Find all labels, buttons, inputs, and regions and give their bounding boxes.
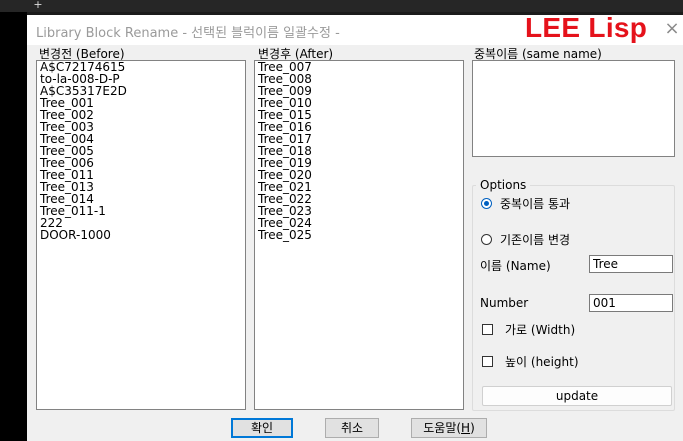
after-listbox[interactable]: Tree_007 Tree_008 Tree_009 Tree_010 Tree_015… xyxy=(254,60,464,410)
list-item[interactable]: DOOR-1000 xyxy=(40,229,245,241)
radio-pass-label: 중복이름 통과 xyxy=(500,197,571,211)
width-checkbox[interactable] xyxy=(482,324,493,335)
close-icon[interactable]: × xyxy=(661,17,683,41)
help-button[interactable]: 도움말(H) xyxy=(411,418,487,438)
rename-dialog: Library Block Rename - 선택된 블럭이름 일괄수정 - L… xyxy=(27,12,683,441)
duplicate-listbox[interactable] xyxy=(472,60,675,157)
height-label: 높이 (height) xyxy=(505,355,579,369)
after-list: Tree_007 Tree_008 Tree_009 Tree_010 Tree_015… xyxy=(255,61,463,241)
number-label: Number xyxy=(480,296,529,310)
radio-selected-icon[interactable] xyxy=(481,198,492,209)
help-label-prefix: 도움말( xyxy=(423,421,462,435)
height-checkbox[interactable] xyxy=(482,356,493,367)
brand-logo-text: LEE Lisp xyxy=(525,12,648,43)
radio-change-label: 기존이름 변경 xyxy=(500,233,571,247)
help-label-suffix: ) xyxy=(470,421,475,435)
number-input[interactable] xyxy=(589,294,673,312)
list-item[interactable]: Tree_011-1 xyxy=(40,205,245,217)
width-checkbox-row[interactable]: 가로 (Width) xyxy=(482,321,575,338)
radio-pass-duplicates[interactable]: 중복이름 통과 xyxy=(481,195,570,212)
new-tab-button[interactable]: + xyxy=(27,0,49,12)
plus-icon: + xyxy=(33,0,43,11)
height-checkbox-row[interactable]: 높이 (height) xyxy=(482,353,579,370)
options-title: Options xyxy=(476,178,531,192)
name-input[interactable] xyxy=(589,255,673,273)
before-listbox[interactable]: A$C72174615 to-la-008-D-P A$C35317E2D Tree_… xyxy=(36,60,246,410)
cancel-button[interactable]: 취소 xyxy=(325,418,379,438)
ok-button[interactable]: 확인 xyxy=(231,418,293,438)
radio-unselected-icon[interactable] xyxy=(481,234,492,245)
name-label: 이름 (Name) xyxy=(480,259,551,273)
width-label: 가로 (Width) xyxy=(505,323,576,337)
window-title: Library Block Rename - 선택된 블럭이름 일괄수정 - xyxy=(36,26,340,41)
host-tab-strip: + xyxy=(0,0,683,12)
radio-change-existing[interactable]: 기존이름 변경 xyxy=(481,231,570,248)
title-bar[interactable]: Library Block Rename - 선택된 블럭이름 일괄수정 - L… xyxy=(27,12,683,45)
list-item[interactable]: Tree_025 xyxy=(258,229,463,241)
before-list: A$C72174615 to-la-008-D-P A$C35317E2D Tree_… xyxy=(37,61,245,241)
update-button[interactable]: update xyxy=(482,386,672,406)
host-side-panel xyxy=(0,12,27,441)
help-shortcut-key: H xyxy=(461,421,471,435)
